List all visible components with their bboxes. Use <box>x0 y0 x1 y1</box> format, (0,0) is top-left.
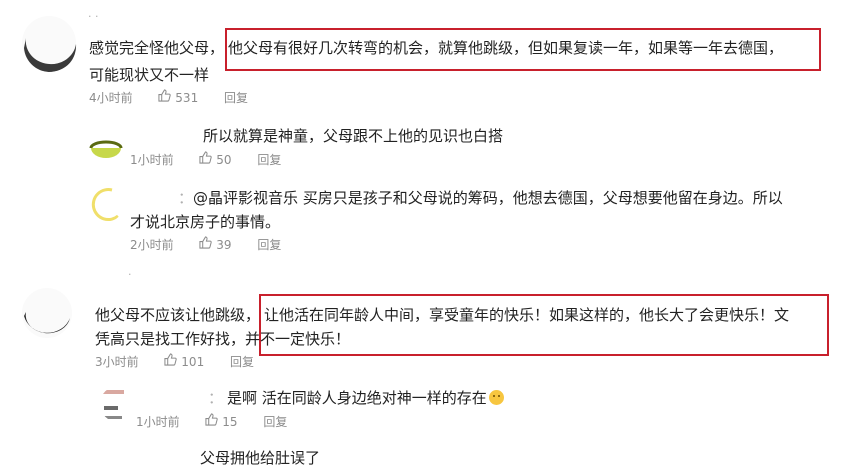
reply-meta: 1小时前 15 回复 <box>136 413 287 430</box>
comment-meta: 4小时前 531 回复 <box>89 89 248 106</box>
comment-text-plain: 他父母不应该让他跳级， <box>95 306 261 324</box>
reply-button[interactable]: 回复 <box>224 90 248 106</box>
like-button[interactable]: 531 <box>158 89 198 106</box>
reply-meta: 2小时前 39 回复 <box>130 236 281 253</box>
reply-text-body: 是啊 活在同龄人身边绝对神一样的存在 <box>227 389 487 407</box>
like-button[interactable]: 39 <box>199 236 232 253</box>
reply-time: 1小时前 <box>130 153 174 167</box>
reply-meta: 1小时前 50 回复 <box>130 151 281 168</box>
highlight-box <box>225 28 821 71</box>
thumbs-up-icon <box>199 236 213 249</box>
reply-button[interactable]: 回复 <box>257 237 281 253</box>
avatar[interactable] <box>100 386 136 422</box>
reply-text: ：是啊 活在同龄人身边绝对神一样的存在 <box>208 386 504 410</box>
reply-time: 2小时前 <box>130 238 174 252</box>
comment-meta: 3小时前 101 回复 <box>95 353 254 370</box>
reply-button[interactable]: 回复 <box>257 152 281 168</box>
like-count: 39 <box>216 238 232 252</box>
reply-text-line2: 才说北京房子的事情。 <box>130 213 281 231</box>
like-count: 15 <box>222 415 238 429</box>
comment-text-plain: 感觉完全怪他父母， <box>89 39 225 57</box>
username-blurred[interactable]: · <box>128 268 132 281</box>
like-button[interactable]: 50 <box>199 151 232 168</box>
avatar[interactable] <box>88 186 124 222</box>
reply-time: 1小时前 <box>136 415 180 429</box>
like-count: 531 <box>175 91 199 105</box>
like-button[interactable]: 15 <box>205 413 238 430</box>
like-count: 101 <box>181 355 205 369</box>
avatar[interactable] <box>20 286 74 340</box>
like-button[interactable]: 101 <box>164 353 204 370</box>
comment-time: 3小时前 <box>95 355 139 369</box>
username-separator: ： <box>178 189 194 207</box>
avatar[interactable] <box>20 14 78 72</box>
comment-time: 4小时前 <box>89 91 133 105</box>
username-blurred[interactable]: · · <box>88 10 99 23</box>
avatar[interactable] <box>88 130 124 166</box>
reply-text: ：@晶评影视音乐 买房只是孩子和父母说的筹码，他想去德国，父母想要他留在身边。所… <box>178 186 783 210</box>
reply-button[interactable]: 回复 <box>230 354 254 370</box>
comment-text-line2: 凭高只是找工作好找，并不一定快乐！ <box>95 330 351 348</box>
reply-text-line1: @晶评影视音乐 买房只是孩子和父母说的筹码，他想去德国，父母想要他留在身边。所以 <box>193 189 783 207</box>
thumbs-up-icon <box>205 413 219 426</box>
reply-text-partial: 父母拥他给肚误了 <box>200 449 321 467</box>
thumbs-up-icon <box>158 89 172 102</box>
username-separator: ： <box>208 389 224 407</box>
thumbs-up-icon <box>199 151 213 164</box>
reply-button[interactable]: 回复 <box>263 414 287 430</box>
reply-text: 所以就算是神童，父母跟不上他的见识也白搭 <box>203 127 504 145</box>
like-count: 50 <box>216 153 232 167</box>
smile-emoji-icon <box>488 390 504 405</box>
comment-text-line2: 可能现状又不一样 <box>89 66 210 84</box>
thumbs-up-icon <box>164 353 178 366</box>
